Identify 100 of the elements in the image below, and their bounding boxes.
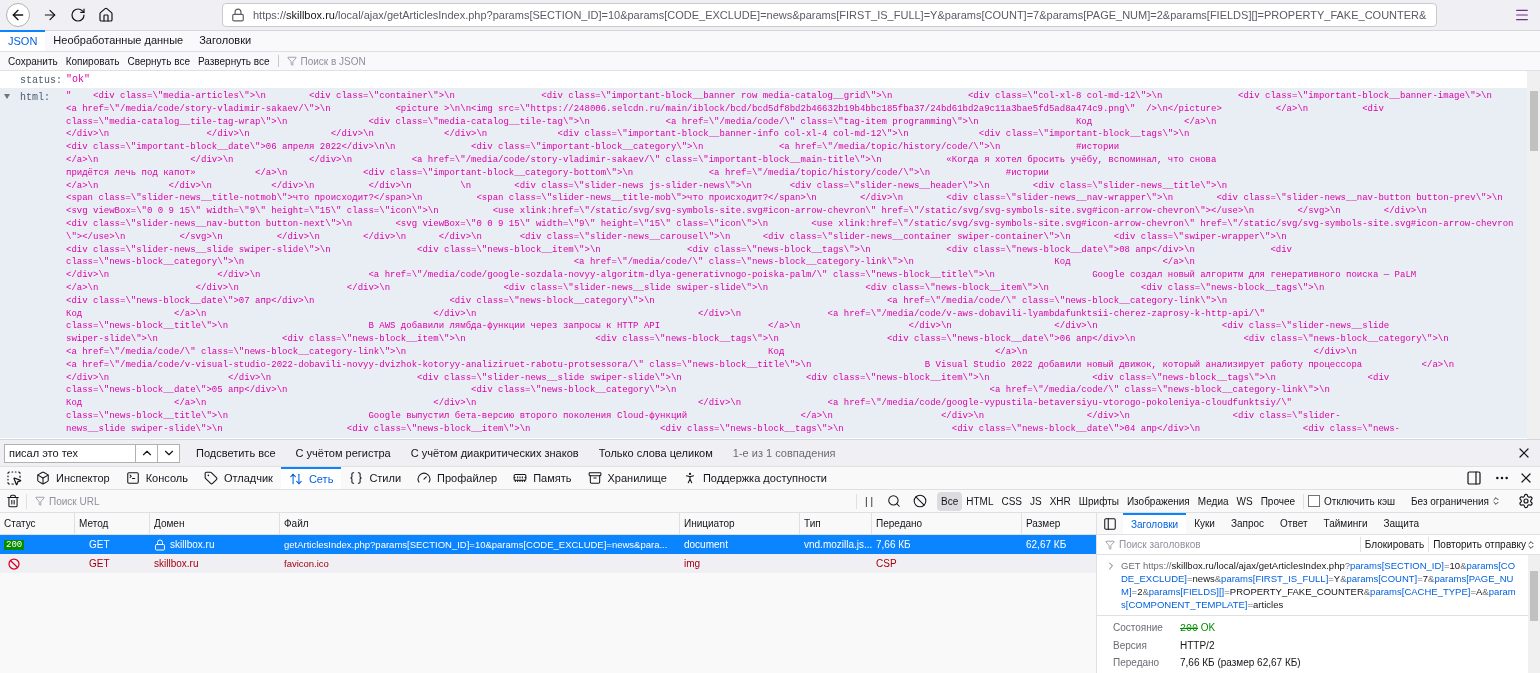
devtools-tab[interactable]: Инспектор xyxy=(28,467,118,489)
back-button[interactable] xyxy=(6,3,30,27)
search-icon[interactable] xyxy=(887,494,901,508)
clear-icon[interactable] xyxy=(913,494,927,508)
column-header[interactable]: Домен xyxy=(150,513,280,534)
file-cell: getArticlesIndex.php?params[SECTION_ID]=10&params[CODE_EXCLUDE]=news&para... xyxy=(284,538,668,550)
devtools-tab[interactable]: Хранилище xyxy=(579,467,675,489)
initiator-cell: document xyxy=(684,539,728,550)
block-button[interactable]: Блокировать xyxy=(1359,537,1429,552)
column-header[interactable]: Метод xyxy=(75,513,150,534)
domain-cell-text: skillbox.ru xyxy=(170,538,215,552)
resend-select[interactable]: Повторить отправку xyxy=(1428,537,1540,552)
pause-button[interactable]: | | xyxy=(856,493,881,509)
filter-icon xyxy=(286,56,297,66)
storage-box-icon xyxy=(587,471,602,485)
request-type-filter[interactable]: Все xyxy=(937,491,963,511)
file-cell: favicon.ico xyxy=(284,557,329,569)
details-tab[interactable]: Куки xyxy=(1186,513,1223,534)
json-string-line: Код </a>\n </div>\n </div>\n <a href=\"/media/code/google-vypustila-betaversiyu-vtorogo-pokoleniya-cloudfunktsiy/\" xyxy=(66,397,1292,410)
summary-label: Версия xyxy=(1113,639,1148,653)
json-string-line: class=\"news-block__category\">\n <a href=\"/media/code/\" class=\"news-block__category-link\">\n Код </a>\n xyxy=(66,256,1195,270)
json-string-line: class=\"media-catalog__tile-tag-wrap\">\n <div class=\"media-catalog__tile-tag\">\n <a href=\"/media/code/\" class=\"tag-item programming\">\n Код </a>\n xyxy=(66,115,1217,129)
json-string-line: <span class=\"slider-news__title-notmob\">что происходит?</span>\n <span class=\"slider-news__title-mob\">что происходит?</span>\n </div>\n <div class=\"slider-news__nav-wrapper\">\n <div class=\"slider-news__nav-button button-prev\">\n xyxy=(66,192,1503,206)
column-header[interactable]: Файл xyxy=(280,513,680,534)
address-bar[interactable]: https://skillbox.ru/local/ajax/getArticlesIndex.php?params[SECTION_ID]=10&params[CODE_EXCLUDE]=news&params[FIRST_IS_FULL]=Y&params[COUNT]=7&params[PAGE_NUM]=2&params[FIELDS][]=PROPERTY_FAKE_COUNTER& xyxy=(222,3,1437,27)
toolbar-button[interactable]: Копировать xyxy=(61,53,124,69)
domain-cell-text: skillbox.ru xyxy=(154,557,199,571)
up-down-arrows-icon xyxy=(288,472,303,486)
request-type-filter[interactable]: WS xyxy=(1232,491,1257,511)
column-header[interactable]: Тип xyxy=(800,513,872,534)
trash-icon[interactable] xyxy=(6,494,20,508)
find-input[interactable]: писал это тех xyxy=(5,444,135,462)
request-type-filter[interactable]: Прочее xyxy=(1256,491,1300,511)
request-row[interactable]: 200 GET skillbox.ru getArticlesIndex.php?params[SECTION_ID]=10&params[CODE_EXCLUDE]=news&para... document vnd.mozilla.js... 7,66 КБ 62,67 КБ xyxy=(0,535,1096,554)
transferred-cell: 7,66 КБ xyxy=(876,539,911,550)
home-icon[interactable] xyxy=(98,7,114,23)
viewer-tab[interactable]: Необработанные данные xyxy=(45,30,192,51)
find-option[interactable]: Только слова целиком xyxy=(594,444,717,462)
devtools-tab[interactable]: Консоль xyxy=(117,467,196,489)
disable-cache-checkbox[interactable]: Отключить кэш xyxy=(1303,493,1400,509)
json-string-line: class=\"news-block__date\">05 апр</div>\n <div class=\"news-block__category\">\n <a href=\"/media/code/\" class=\"news-block__category-link\">\n xyxy=(66,384,1330,398)
memory-chip-icon xyxy=(513,471,528,485)
scrollbar[interactable] xyxy=(1527,71,1540,439)
transferred-cell: CSP xyxy=(876,558,897,569)
request-row[interactable]: GET skillbox.ru favicon.ico img CSP xyxy=(0,554,1096,573)
element-picker-icon[interactable] xyxy=(6,470,22,486)
json-string-line: </a>\n </div>\n </div>\n <div class=\"slider-news__slide swiper-slide\">\n <div class=\"news-block__item\">\n <div class=\"news-block__tags\">\n xyxy=(66,281,1325,295)
json-string-line: <a href=\"/media/code/story-vladimir-sakaev/\">\n <picture >\n\n<img src=\"https://248006.selcdn.ru/main/iblock/bcd/bcd5df8bd2b46632b19b4bbc185fba37/24bd61bd2a9c11a3bae5fd5ad8a474c9.png\" />\n</picture> </a>\n <div xyxy=(66,102,1384,116)
tag-icon xyxy=(203,471,218,485)
devtools-tab[interactable]: Стили xyxy=(341,467,410,489)
menu-icon[interactable] xyxy=(1514,7,1530,23)
json-string-line: <div class=\"slider-news__nav-button button-next\">\n <svg viewBox=\"0 0 9 15\" width=\"9\" height=\"15\" class=\"icon\">\n <use xlink:href=\"/static/svg/svg-symbols-site.svg#icon-arrow-chevron\" href=\"/static/svg/svg-symbols-site.svg#icon-arrow-chevron xyxy=(66,217,1514,231)
column-header[interactable]: Инициатор xyxy=(680,513,800,534)
scrollbar[interactable] xyxy=(1528,555,1540,673)
viewer-tab[interactable]: JSON xyxy=(0,30,46,51)
request-type-filter[interactable]: Изображения xyxy=(1122,491,1194,511)
expand-toggle-icon[interactable] xyxy=(4,94,10,99)
dock-icon[interactable] xyxy=(1466,470,1482,486)
request-type-filter[interactable]: Шрифты xyxy=(1074,491,1123,511)
reload-icon[interactable] xyxy=(70,7,86,23)
json-key: status: xyxy=(12,73,62,88)
details-tab[interactable]: Защита xyxy=(1375,513,1427,534)
details-tab[interactable]: Ответ xyxy=(1272,513,1316,534)
find-field[interactable]: писал это тех xyxy=(4,443,180,463)
column-header[interactable]: Передано xyxy=(872,513,1022,534)
find-option[interactable]: С учётом регистра xyxy=(291,444,395,462)
request-type-filter[interactable]: CSS xyxy=(997,491,1026,511)
toolbar-button[interactable]: Свернуть все xyxy=(123,53,194,69)
throttling-select[interactable]: Без ограничения xyxy=(1407,493,1506,509)
devtools-tab[interactable]: Память xyxy=(505,467,580,489)
toolbar-button[interactable]: Сохранить xyxy=(4,53,62,69)
request-type-filter[interactable]: XHR xyxy=(1045,491,1075,511)
devtools-tab[interactable]: Сеть xyxy=(280,467,342,489)
method-cell: GET xyxy=(89,539,110,550)
toolbar-button[interactable]: Развернуть все xyxy=(193,53,274,69)
find-option[interactable]: С учётом диакритических знаков xyxy=(406,444,583,462)
json-string-line: <a href=\"/media/code/v-visual-studio-2022-dobavili-novyy-dvizhok-kotoryy-analiziruet-rabotu-protsessora/\" class=\"news-block__title\">\n В Visual Studio 2022 добавили новый движок, который анализирует работу процессора </a>\n xyxy=(66,358,1455,372)
request-type-filter[interactable]: JS xyxy=(1026,491,1046,511)
request-type-filter[interactable]: HTML xyxy=(962,491,998,511)
panel-toggle-icon[interactable] xyxy=(1103,516,1117,531)
request-url: GET https://skillbox.ru/local/ajax/getArticlesIndex.php?params[SECTION_ID]=10&params[CODE_EXCLUDE]=news&params[FIRST_IS_FULL]=Y&params[COUNT]=7&params[PAGE_NUM]=2&params[FIELDS][]=PROPERTY_FAKE_COUNTER&params[CACHE_TYPE]=A&params[COMPONENT_TEMPLATE]=articles xyxy=(1121,559,1517,611)
json-string-line: \"></use>\n </svg>\n </div>\n </div>\n </div>\n <div class=\"slider-news__carousel\">\n <div class=\"slider-news__container swiper-container\">\n <div class=\"swiper-wrapper\">\n xyxy=(66,230,1287,244)
braces-icon xyxy=(349,471,364,485)
devtools-tab[interactable]: Отладчик xyxy=(195,467,281,489)
json-string-line: </a>\n </div>\n </div>\n <a href=\"/media/code/story-vladimir-sakaev/\" class=\"important-block__main-title\">\n «Когда я хотел бросить учёбу, вспоминал, что снова xyxy=(66,154,1217,167)
devtools-tab[interactable]: Профайлер xyxy=(409,467,506,489)
viewer-tab[interactable]: Заголовки xyxy=(191,30,260,51)
request-type-filter[interactable]: Медиа xyxy=(1193,491,1233,511)
details-tab[interactable]: Запрос xyxy=(1222,513,1273,534)
updown-caret-icon xyxy=(1526,539,1536,550)
devtools-tab[interactable]: Поддержка доступности xyxy=(674,467,835,489)
find-option[interactable]: Подсветить все xyxy=(192,444,280,462)
json-string-line: <svg viewBox=\"0 0 9 15\" width=\"9\" height=\"15\" class=\"icon\">\n <use xlink:href=\"/static/svg/svg-symbols-site.svg#icon-arrow-chevron\" href=\"/static/svg/svg-symbols-site.svg#icon-arrow-chevron\"></use>\n </svg>\n </div>\n xyxy=(66,205,1428,218)
updown-caret-icon xyxy=(1491,496,1502,506)
status-value: 200 OK xyxy=(1180,621,1216,636)
details-tab[interactable]: Заголовки xyxy=(1123,513,1187,534)
column-header[interactable]: Статус xyxy=(0,513,75,534)
settings-icon[interactable] xyxy=(1518,493,1534,509)
details-tab[interactable]: Тайминги xyxy=(1315,513,1376,534)
forward-icon[interactable] xyxy=(42,7,58,23)
